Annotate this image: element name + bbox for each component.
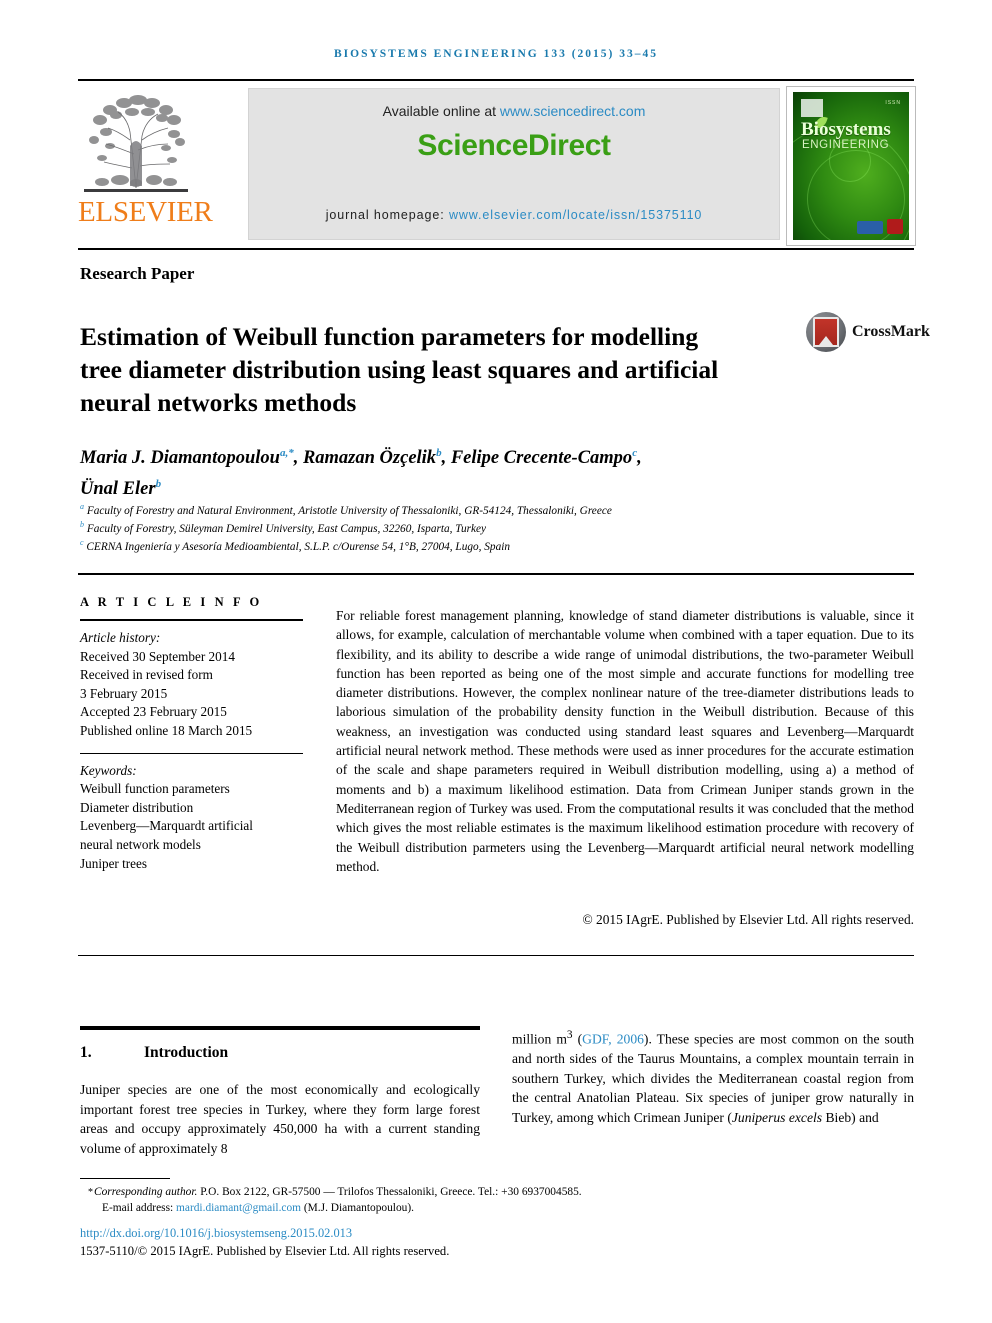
issn-copyright-line: 1537-5110/© 2015 IAgrE. Published by Els… xyxy=(80,1244,450,1258)
keyword-item: Diameter distribution xyxy=(80,799,194,815)
intro-paragraph-right: million m3 (GDF, 2006). These species ar… xyxy=(512,1026,914,1128)
running-head: BIOSYSTEMS ENGINEERING 133 (2015) 33–45 xyxy=(333,48,658,60)
body-divider xyxy=(78,955,914,956)
article-info-panel: A R T I C L E I N F O Article history: R… xyxy=(80,595,308,873)
history-item: 3 February 2015 xyxy=(80,685,168,701)
corresponding-author-line: * Corresponding author. P.O. Box 2122, G… xyxy=(80,1184,920,1200)
intro-right-pre: million m xyxy=(512,1031,567,1047)
sciencedirect-url-link[interactable]: www.sciencedirect.com xyxy=(500,103,646,119)
affiliation-mark: a xyxy=(80,502,84,511)
keywords-list: Weibull function parameters Diameter dis… xyxy=(80,780,308,873)
keywords-label: Keywords: xyxy=(80,762,137,778)
doi-link[interactable]: http://dx.doi.org/10.1016/j.biosystemsen… xyxy=(80,1226,352,1241)
crossmark-label: CrossMark xyxy=(852,323,930,340)
article-info-heading: A R T I C L E I N F O xyxy=(80,595,263,609)
affiliation-item: c CERNA Ingeniería y Asesoría Medioambie… xyxy=(80,536,880,554)
section-number: 1. xyxy=(80,1044,92,1061)
affiliation-item: b Faculty of Forestry, Süleyman Demirel … xyxy=(80,518,880,536)
journal-masthead: ELSEVIER Available online at www.science… xyxy=(78,86,916,246)
crossmark-badge[interactable]: CrossMark xyxy=(806,310,930,354)
history-item: Published online 18 March 2015 xyxy=(80,722,253,738)
history-item: Received in revised form xyxy=(80,667,213,683)
cover-subtitle: ENGINEERING xyxy=(802,139,890,151)
affiliation-item: a Faculty of Forestry and Natural Enviro… xyxy=(80,500,880,518)
affiliation-mark: b xyxy=(80,519,84,529)
author-name-1: Maria J. Diamantopoulou xyxy=(80,448,280,469)
author-sup-4: b xyxy=(155,478,162,491)
species-name-italic: Juniperus excels xyxy=(731,1109,823,1125)
corresponding-author-details: P.O. Box 2122, GR-57500 — Trilofos Thess… xyxy=(197,1186,582,1198)
footnote-star: * xyxy=(88,1187,93,1198)
affiliation-text: Faculty of Forestry and Natural Environm… xyxy=(86,504,612,517)
journal-homepage-link[interactable]: www.elsevier.com/locate/issn/15375110 xyxy=(449,208,702,222)
journal-cover-thumbnail: ISSN Biosystems ENGINEERING xyxy=(786,86,916,246)
email-line: E-mail address: mardi.diamant@gmail.com … xyxy=(80,1200,920,1216)
intro-right-mid: ( xyxy=(572,1031,583,1047)
footnote-block: * Corresponding author. P.O. Box 2122, G… xyxy=(80,1184,920,1216)
paper-page: BIOSYSTEMS ENGINEERING 133 (2015) 33–45 xyxy=(0,0,992,1323)
abstract-text: For reliable forest management planning,… xyxy=(336,608,914,874)
journal-cover-art: ISSN Biosystems ENGINEERING xyxy=(793,92,909,240)
section-title: Introduction xyxy=(144,1044,229,1061)
author-sep-2: , Felipe Crecente-Campo xyxy=(441,448,633,469)
article-info-divider xyxy=(78,573,914,575)
article-history-list: Received 30 September 2014 Received in r… xyxy=(80,648,308,741)
page-title: Estimation of Weibull function parameter… xyxy=(80,322,719,418)
affiliation-list: a Faculty of Forestry and Natural Enviro… xyxy=(80,500,880,554)
cover-badge-red xyxy=(887,219,903,234)
homepage-prefix: journal homepage: xyxy=(325,208,449,222)
author-sep-1: , Ramazan Özçelik xyxy=(293,448,437,469)
available-prefix: Available online at xyxy=(382,103,500,119)
citation-link[interactable]: GDF, 2006 xyxy=(582,1032,644,1047)
affiliation-text: Faculty of Forestry, Süleyman Demirel Un… xyxy=(86,522,487,535)
keyword-item: Juniper trees xyxy=(80,855,148,871)
author-sup-1: a,* xyxy=(279,447,294,459)
cover-elsevier-mark xyxy=(801,99,823,117)
keyword-item: Weibull function parameters xyxy=(80,781,230,797)
masthead-divider xyxy=(78,248,914,250)
abstract-copyright: © 2015 IAgrE. Published by Elsevier Ltd.… xyxy=(582,912,915,927)
history-item: Accepted 23 February 2015 xyxy=(80,704,227,720)
section-rule xyxy=(80,1026,480,1030)
intro-right-end: Bieb) and xyxy=(822,1109,879,1125)
elsevier-tree-icon xyxy=(84,95,188,192)
article-type-label: Research Paper xyxy=(80,264,195,283)
email-label: E-mail address: xyxy=(102,1202,174,1215)
journal-homepage-line: journal homepage: www.elsevier.com/locat… xyxy=(249,208,779,222)
affiliation-mark: c xyxy=(80,537,84,547)
history-item: Received 30 September 2014 xyxy=(80,648,235,664)
available-online-line: Available online at www.sciencedirect.co… xyxy=(249,103,779,119)
sciencedirect-logo[interactable]: ScienceDirect xyxy=(249,129,779,163)
elsevier-wordmark: ELSEVIER xyxy=(78,196,213,228)
corresponding-author-label: Corresponding author. xyxy=(94,1186,198,1198)
footnote-rule xyxy=(80,1178,170,1179)
crossmark-notch-shape xyxy=(819,336,833,345)
cover-title: Biosystems xyxy=(801,119,891,140)
cover-badge-blue xyxy=(857,221,883,234)
top-divider xyxy=(78,79,914,81)
elsevier-logo: ELSEVIER xyxy=(78,86,213,241)
keyword-item: Levenberg—Marquardt artificial xyxy=(80,818,253,834)
email-owner: (M.J. Diamantopoulou). xyxy=(303,1202,414,1215)
article-info-rule xyxy=(80,619,303,621)
keyword-item: neural network models xyxy=(80,836,201,852)
author-name-4: Ünal Eler xyxy=(80,479,156,500)
cover-badges xyxy=(857,219,903,234)
keywords-rule xyxy=(80,752,303,754)
section-heading: 1. Introduction xyxy=(80,1044,480,1062)
sciencedirect-banner: Available online at www.sciencedirect.co… xyxy=(248,88,780,240)
author-sep-3: , xyxy=(637,448,642,469)
body-column-left: 1. Introduction Juniper species are one … xyxy=(80,1026,480,1172)
crossmark-icon xyxy=(806,312,846,352)
affiliation-text: CERNA Ingeniería y Asesoría Medioambient… xyxy=(86,540,511,553)
intro-paragraph-left: Juniper species are one of the most econ… xyxy=(80,1082,480,1156)
author-list: Maria J. Diamantopouloua,*, Ramazan Özçe… xyxy=(80,440,840,502)
article-history-label: Article history: xyxy=(80,630,161,645)
cover-issn-text: ISSN xyxy=(885,100,901,106)
email-link[interactable]: mardi.diamant@gmail.com xyxy=(176,1202,301,1214)
body-column-right: million m3 (GDF, 2006). These species ar… xyxy=(512,1026,914,1141)
